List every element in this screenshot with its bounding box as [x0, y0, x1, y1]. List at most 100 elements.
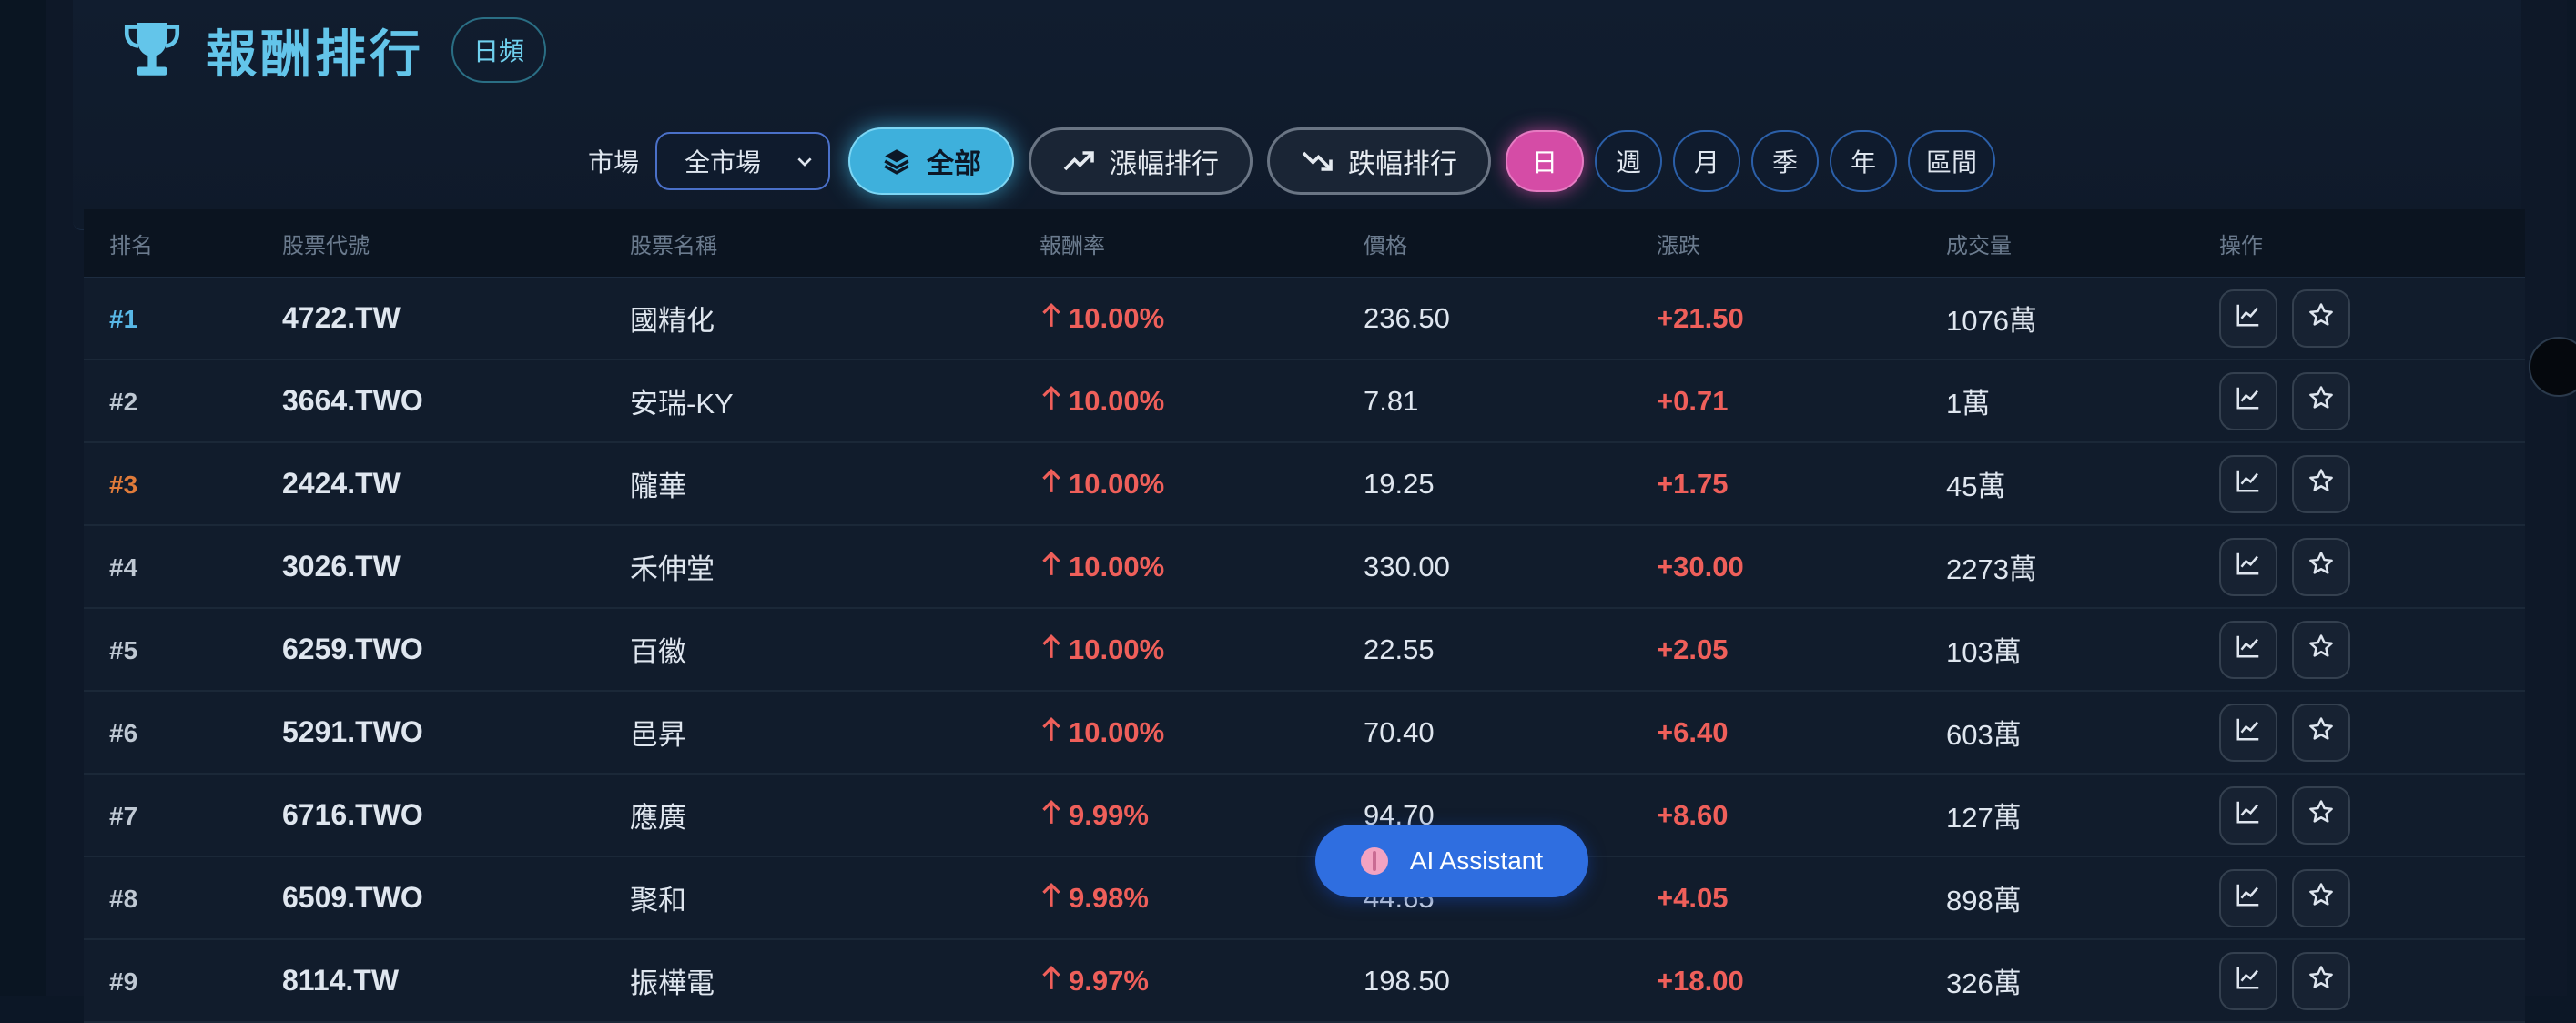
left-sidebar-edge	[0, 0, 47, 996]
period-range-button[interactable]: 區間	[1908, 130, 1996, 192]
ai-assistant-label: AI Assistant	[1409, 846, 1544, 875]
stock-name-cell: 隴華	[630, 471, 686, 502]
period-quarter-button[interactable]: 季	[1751, 130, 1819, 192]
return-cell: 10.00%	[1040, 550, 1364, 584]
actions-cell	[2219, 289, 2525, 348]
filter-losers-button[interactable]: 跌幅排行	[1267, 127, 1491, 195]
period-year-button[interactable]: 年	[1830, 130, 1897, 192]
period-month-button[interactable]: 月	[1673, 130, 1740, 192]
return-value: 9.99%	[1069, 798, 1149, 831]
rank-cell: #6	[109, 718, 138, 747]
return-value: 9.98%	[1069, 881, 1149, 914]
favorite-button[interactable]	[2292, 785, 2350, 845]
filter-all-label: 全部	[927, 149, 981, 179]
volume-cell: 898萬	[1946, 885, 2022, 917]
return-value: 9.97%	[1069, 964, 1149, 997]
line-chart-icon	[2235, 550, 2262, 584]
table-row[interactable]: #1 4722.TW 國精化 10.00% 236.50 +21.50 1076萬	[84, 278, 2525, 360]
col-rank: 排名	[109, 233, 153, 258]
rank-cell: #1	[109, 304, 138, 333]
table-row[interactable]: #9 8114.TW 振樺電 9.97% 198.50 +18.00 326萬	[84, 940, 2525, 1023]
table-row[interactable]: #8 6509.TWO 聚和 9.98% 44.65 +4.05 898萬	[84, 857, 2525, 940]
brain-icon	[1360, 847, 1388, 875]
view-chart-button[interactable]	[2219, 951, 2277, 1010]
col-return: 報酬率	[1040, 233, 1105, 258]
change-cell: +4.05	[1657, 881, 1729, 914]
rank-cell: #3	[109, 470, 138, 499]
ai-assistant-button[interactable]: AI Assistant	[1315, 825, 1588, 897]
favorite-button[interactable]	[2292, 951, 2350, 1010]
frequency-badge: 日頻	[451, 17, 547, 83]
favorite-button[interactable]	[2292, 620, 2350, 679]
view-chart-button[interactable]	[2219, 371, 2277, 430]
star-icon	[2307, 633, 2335, 667]
page-title: 報酬排行	[206, 25, 424, 83]
view-chart-button[interactable]	[2219, 289, 2277, 348]
change-cell: +0.71	[1657, 384, 1729, 417]
table-row[interactable]: #7 6716.TWO 應廣 9.99% 94.70 +8.60 127萬	[84, 775, 2525, 857]
table-row[interactable]: #6 5291.TWO 邑昇 10.00% 70.40 +6.40 603萬	[84, 692, 2525, 775]
table-row[interactable]: #3 2424.TW 隴華 10.00% 19.25 +1.75 45萬	[84, 443, 2525, 526]
col-price: 價格	[1364, 233, 1407, 258]
line-chart-icon	[2235, 467, 2262, 501]
line-chart-icon	[2235, 964, 2262, 998]
title-row: 報酬排行 日頻	[118, 9, 547, 91]
star-icon	[2307, 881, 2335, 916]
return-cell: 10.00%	[1040, 715, 1364, 750]
star-icon	[2307, 467, 2335, 501]
favorite-button[interactable]	[2292, 868, 2350, 927]
view-chart-button[interactable]	[2219, 454, 2277, 513]
volume-cell: 1076萬	[1946, 305, 2037, 337]
layers-icon	[884, 149, 909, 175]
view-chart-button[interactable]	[2219, 620, 2277, 679]
table-row[interactable]: #2 3664.TWO 安瑞-KY 10.00% 7.81 +0.71 1萬	[84, 360, 2525, 443]
view-chart-button[interactable]	[2219, 785, 2277, 845]
star-icon	[2307, 715, 2335, 750]
market-select-value: 全市場	[685, 148, 762, 177]
rank-cell: #9	[109, 967, 138, 996]
market-select[interactable]: 全市場	[655, 132, 830, 190]
stock-name-cell: 國精化	[630, 305, 715, 337]
stock-code-cell: 3026.TW	[282, 550, 401, 582]
period-week-button[interactable]: 週	[1595, 130, 1662, 192]
price-cell: 19.25	[1364, 467, 1435, 500]
rank-cell: #8	[109, 884, 138, 913]
line-chart-icon	[2235, 633, 2262, 667]
trending-up-icon	[1063, 151, 1094, 171]
volume-cell: 1萬	[1946, 388, 1991, 420]
line-chart-icon	[2235, 798, 2262, 833]
filter-all-button[interactable]: 全部	[848, 127, 1014, 195]
star-icon	[2307, 964, 2335, 998]
return-cell: 9.99%	[1040, 798, 1364, 833]
arrow-up-icon	[1040, 467, 1069, 501]
stock-code-cell: 8114.TW	[282, 964, 400, 997]
table-row[interactable]: #5 6259.TWO 百徽 10.00% 22.55 +2.05 103萬	[84, 609, 2525, 692]
view-chart-button[interactable]	[2219, 868, 2277, 927]
price-cell: 22.55	[1364, 633, 1435, 665]
col-volume: 成交量	[1946, 233, 2012, 258]
stock-code-cell: 6509.TWO	[282, 881, 423, 914]
favorite-button[interactable]	[2292, 703, 2350, 762]
favorite-button[interactable]	[2292, 537, 2350, 596]
arrow-up-icon	[1040, 301, 1069, 336]
arrow-up-icon	[1040, 964, 1069, 998]
col-name: 股票名稱	[630, 233, 717, 258]
view-chart-button[interactable]	[2219, 703, 2277, 762]
main-panel: 報酬排行 日頻 市場 全市場 全部 漲幅排行 跌幅排行 日 週 月 季 年 區間…	[46, 0, 2567, 1023]
period-day-button[interactable]: 日	[1506, 130, 1584, 192]
arrow-up-icon	[1040, 715, 1069, 750]
rank-cell: #2	[109, 387, 138, 416]
arrow-up-icon	[1040, 881, 1069, 916]
return-cell: 10.00%	[1040, 301, 1364, 336]
filter-gainers-button[interactable]: 漲幅排行	[1029, 127, 1253, 195]
return-value: 10.00%	[1069, 301, 1165, 334]
change-cell: +6.40	[1657, 715, 1729, 748]
favorite-button[interactable]	[2292, 454, 2350, 513]
favorite-button[interactable]	[2292, 289, 2350, 348]
table-row[interactable]: #4 3026.TW 禾伸堂 10.00% 330.00 +30.00 2273萬	[84, 526, 2525, 609]
view-chart-button[interactable]	[2219, 537, 2277, 596]
stock-name-cell: 安瑞-KY	[630, 388, 734, 420]
favorite-button[interactable]	[2292, 371, 2350, 430]
stock-name-cell: 應廣	[630, 802, 686, 834]
change-cell: +2.05	[1657, 633, 1729, 665]
